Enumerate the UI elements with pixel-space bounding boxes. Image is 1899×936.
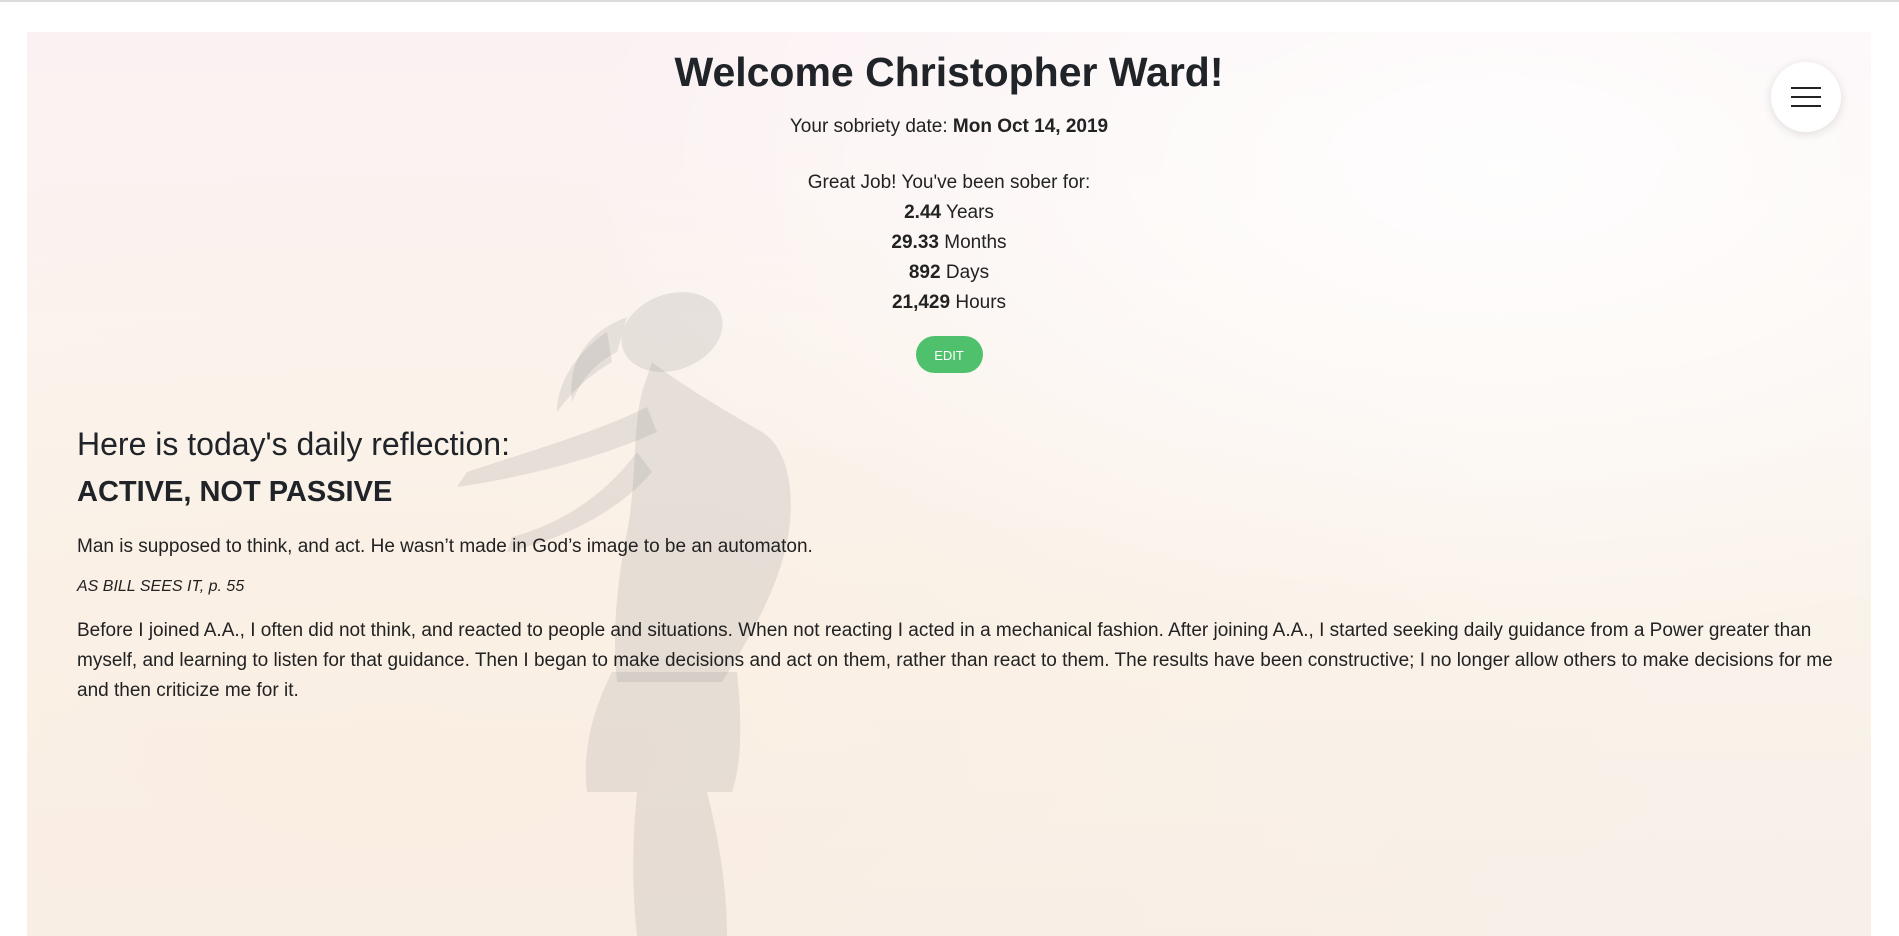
stat-years: 2.44 Years xyxy=(27,198,1871,228)
stat-hours: 21,429 Hours xyxy=(27,288,1871,318)
daily-reflection: Here is today's daily reflection: ACTIVE… xyxy=(77,422,1837,706)
stat-months-value: 29.33 xyxy=(891,232,939,253)
reflection-body: Before I joined A.A., I often did not th… xyxy=(77,620,1833,701)
top-divider xyxy=(0,0,1899,2)
congrats-text: Great Job! You've been sober for: xyxy=(807,172,1091,193)
sobriety-date-label: Your sobriety date: xyxy=(789,116,948,137)
stat-days: 892 Days xyxy=(27,258,1871,288)
sobriety-date-line: Your sobriety date: Mon Oct 14, 2019 xyxy=(27,114,1871,140)
hamburger-menu-icon xyxy=(1791,87,1821,107)
welcome-title: Welcome Christopher Ward! xyxy=(674,49,1224,95)
welcome-header: Welcome Christopher Ward! Your sobriety … xyxy=(27,32,1871,373)
stat-days-value: 892 xyxy=(908,262,941,283)
reflection-title: ACTIVE, NOT PASSIVE xyxy=(77,476,393,508)
reflection-quote: Man is supposed to think, and act. He wa… xyxy=(77,536,813,557)
stat-hours-unit: Hours xyxy=(955,292,1007,313)
stat-years-unit: Years xyxy=(946,202,994,223)
stat-months: 29.33 Months xyxy=(27,228,1871,258)
edit-button[interactable]: Edit xyxy=(915,336,983,373)
stat-days-unit: Days xyxy=(945,262,990,283)
stat-months-unit: Months xyxy=(944,232,1007,253)
stat-hours-value: 21,429 xyxy=(891,292,951,313)
stat-years-value: 2.44 xyxy=(904,202,942,223)
main-panel: Welcome Christopher Ward! Your sobriety … xyxy=(27,32,1871,936)
reflection-heading: Here is today's daily reflection: xyxy=(77,426,510,462)
menu-button[interactable] xyxy=(1771,62,1841,132)
reflection-source: AS BILL SEES IT, p. 55 xyxy=(77,578,245,595)
sobriety-date-value: Mon Oct 14, 2019 xyxy=(952,116,1109,137)
